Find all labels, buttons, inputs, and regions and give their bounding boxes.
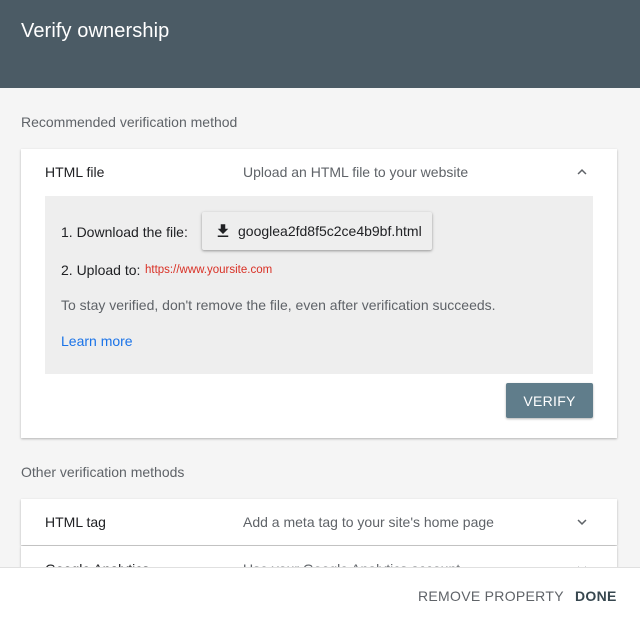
html-file-instructions-panel: 1. Download the file: googlea2fd8f5c2ce4…	[45, 196, 593, 374]
done-button[interactable]: DONE	[575, 588, 617, 604]
chevron-up-icon[interactable]	[573, 163, 591, 181]
download-file-button[interactable]: googlea2fd8f5c2ce4b9bf.html	[202, 212, 432, 250]
download-file-name: googlea2fd8f5c2ce4b9bf.html	[238, 223, 422, 239]
other-methods-section-label: Other verification methods	[21, 464, 185, 480]
chevron-down-icon[interactable]	[573, 513, 591, 531]
html-file-method-card: HTML file Upload an HTML file to your we…	[21, 149, 617, 438]
remove-property-button[interactable]: REMOVE PROPERTY	[418, 588, 564, 604]
dialog-header: Verify ownership	[0, 0, 640, 88]
html-file-method-header[interactable]: HTML file Upload an HTML file to your we…	[21, 149, 617, 195]
stay-verified-note: To stay verified, don't remove the file,…	[61, 297, 496, 313]
method-title: HTML file	[45, 164, 105, 180]
site-url: https://www.yoursite.com	[145, 264, 273, 276]
method-description: Upload an HTML file to your website	[243, 164, 469, 180]
recommended-section-label: Recommended verification method	[21, 114, 238, 130]
method-description: Add a meta tag to your site's home page	[243, 514, 494, 530]
step2-label: 2. Upload to:	[61, 262, 141, 278]
page-title: Verify ownership	[21, 20, 170, 42]
download-icon	[217, 224, 229, 237]
verify-button[interactable]: VERIFY	[506, 383, 593, 418]
method-title: HTML tag	[45, 514, 106, 530]
step1-label: 1. Download the file:	[61, 224, 188, 240]
dialog-footer: REMOVE PROPERTY DONE	[0, 567, 640, 621]
html-tag-method-card[interactable]: HTML tag Add a meta tag to your site's h…	[21, 499, 617, 545]
html-tag-method-header[interactable]: HTML tag Add a meta tag to your site's h…	[21, 499, 617, 545]
learn-more-link[interactable]: Learn more	[61, 333, 133, 349]
